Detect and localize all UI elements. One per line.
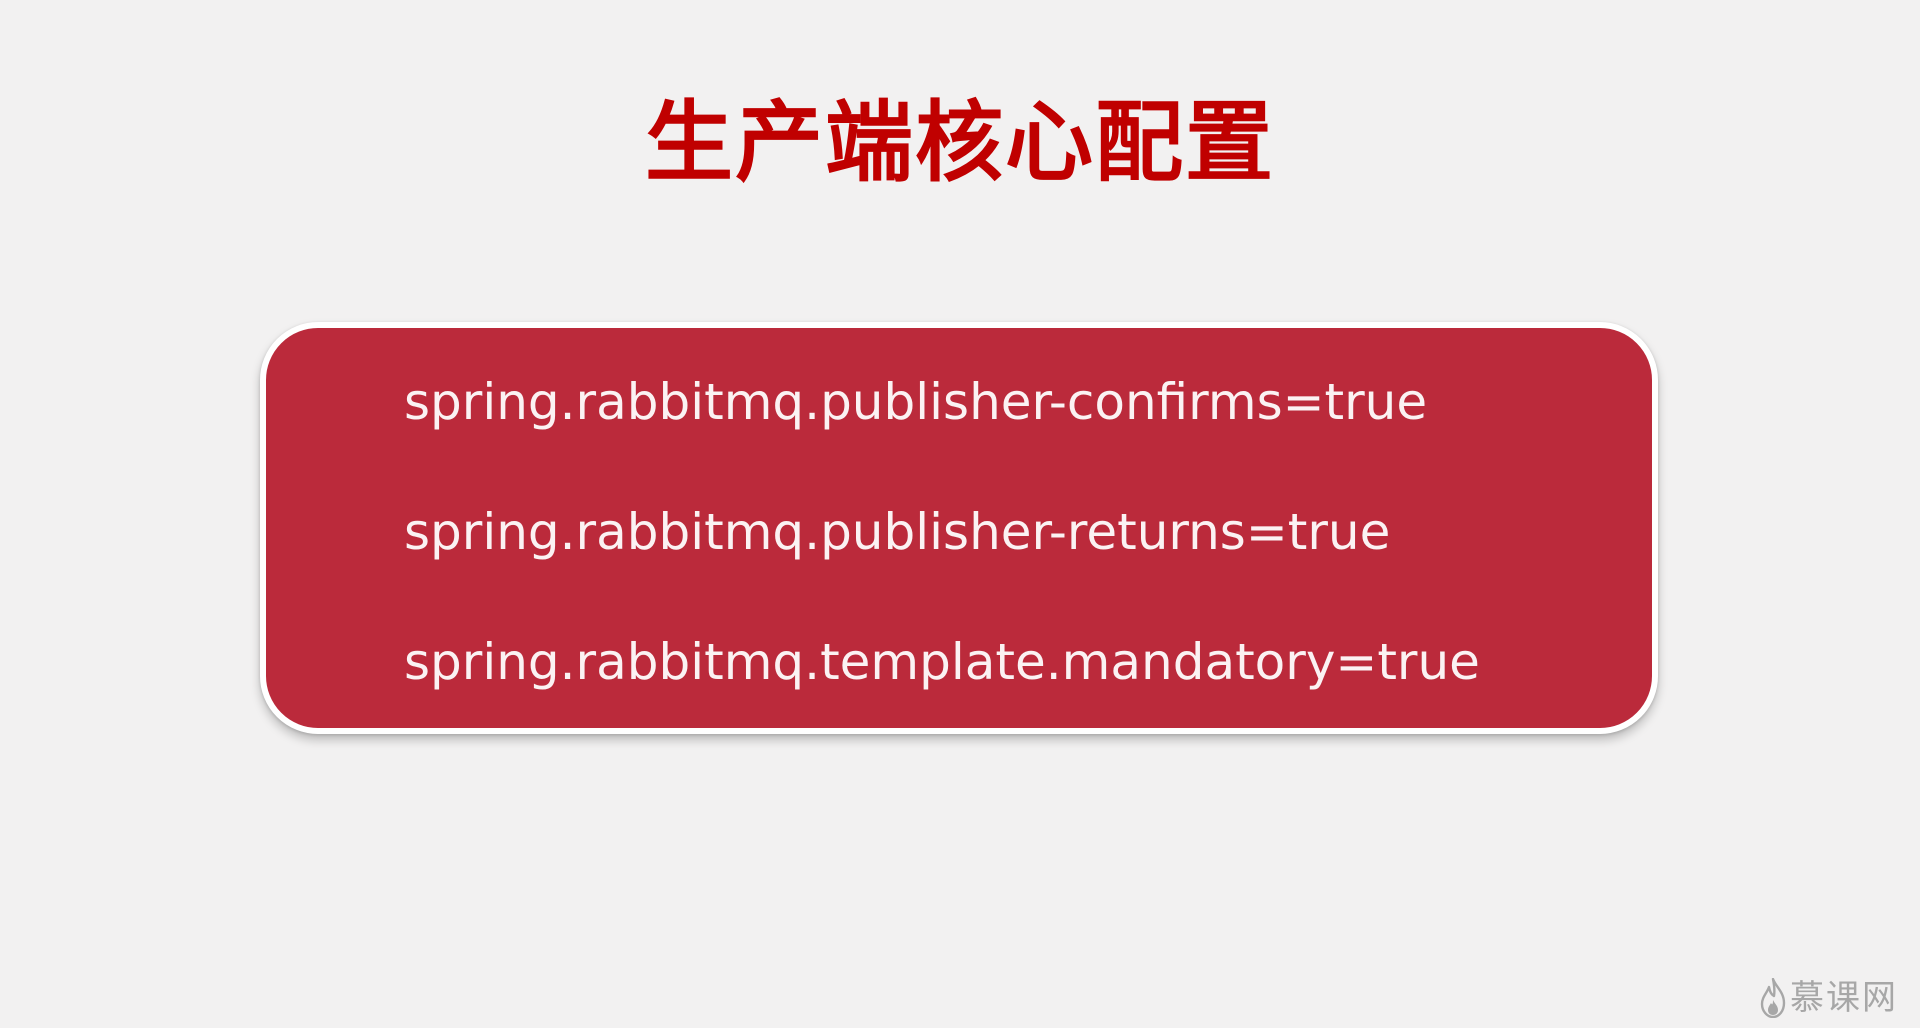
flame-logo-icon [1760,978,1786,1018]
config-line-publisher-returns: spring.rabbitmq.publisher-returns=true [404,503,1391,561]
config-line-template-mandatory: spring.rabbitmq.template.mandatory=true [404,633,1480,691]
watermark-text: 慕课网 [1790,978,1898,1018]
config-box: spring.rabbitmq.publisher-confirms=true … [260,322,1658,734]
config-line-publisher-confirms: spring.rabbitmq.publisher-confirms=true [404,373,1428,431]
watermark: 慕课网 [1760,976,1898,1020]
slide: 生产端核心配置 spring.rabbitmq.publisher-confir… [0,0,1920,1028]
slide-title: 生产端核心配置 [644,91,1275,194]
